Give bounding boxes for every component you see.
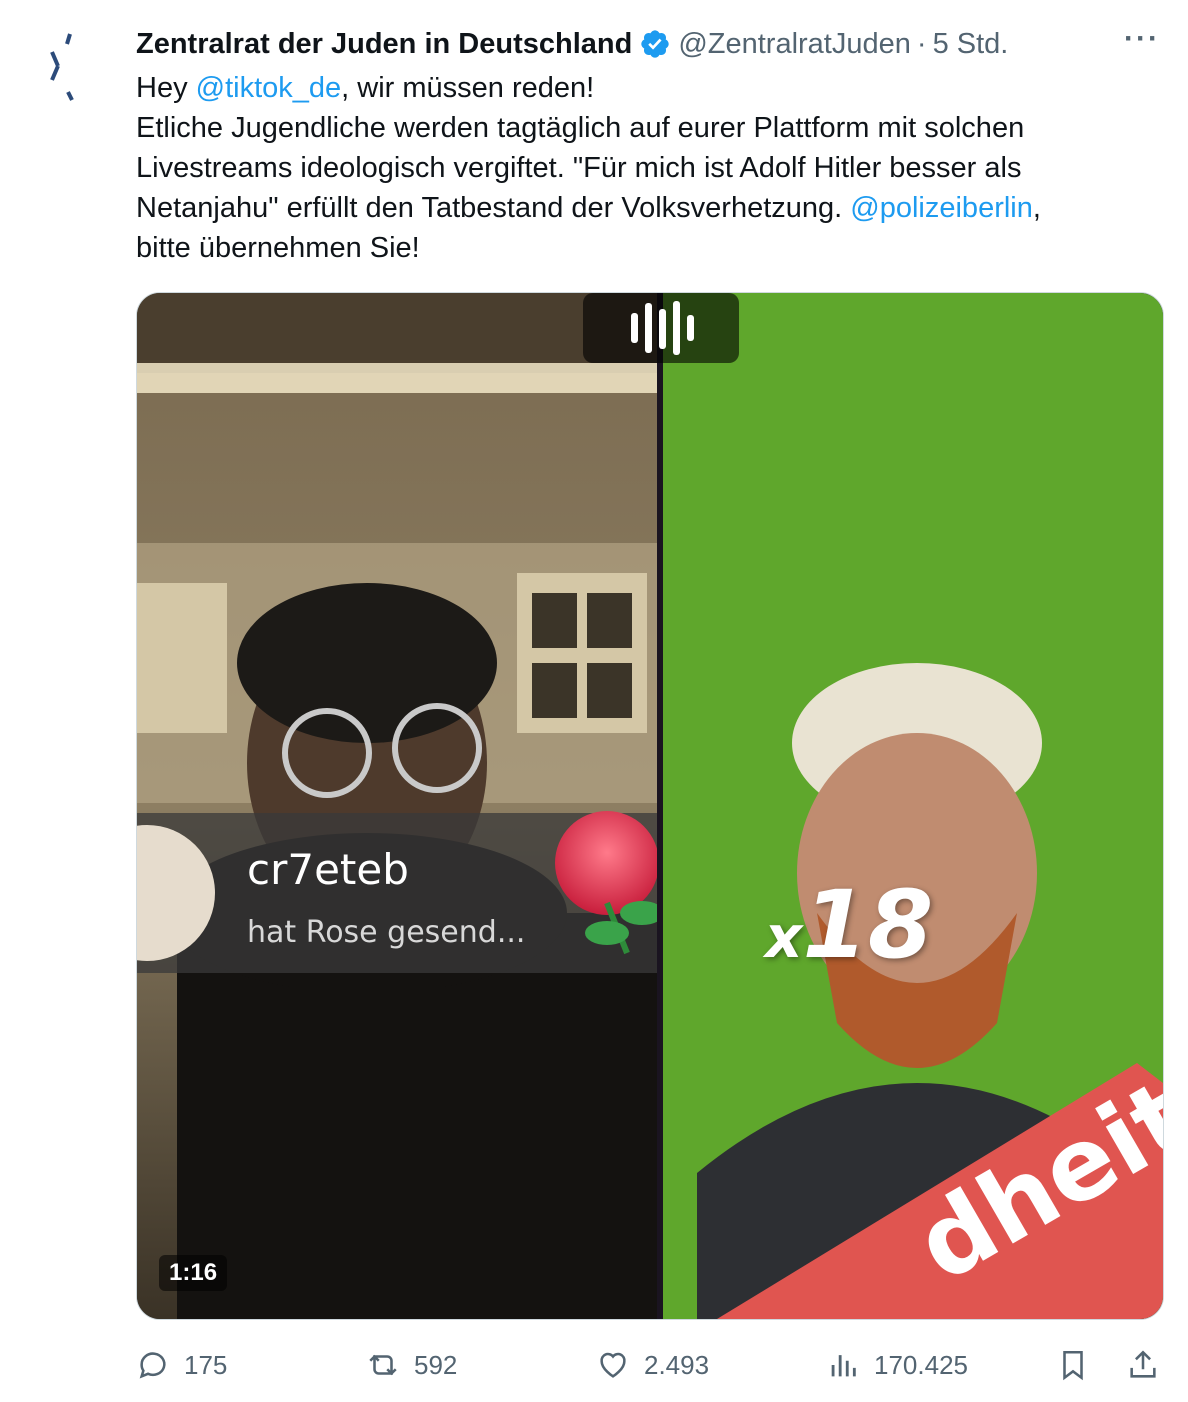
repost-button[interactable]: 592 [366, 1335, 457, 1395]
views-icon [831, 1355, 856, 1377]
tweet-text-segment: Netanjahu" erfüllt den Tatbestand der Vo… [136, 192, 851, 224]
separator-dot: · [916, 27, 927, 60]
zentralrat-logo-icon [50, 33, 74, 101]
tweet-text-segment: bitte übernehmen Sie! [136, 232, 420, 264]
bookmark-icon [1063, 1350, 1083, 1381]
repost-icon [369, 1354, 397, 1376]
reply-count: 175 [184, 1349, 228, 1380]
tweet-text-line: Hey @tiktok_de, wir müssen reden! [136, 68, 1146, 108]
gift-multiplier-x: x [765, 903, 803, 971]
author-avatar[interactable] [30, 24, 108, 102]
like-count: 2.493 [644, 1349, 710, 1380]
like-button[interactable]: 2.493 [596, 1335, 709, 1395]
views-button[interactable]: 170.425 [826, 1335, 968, 1395]
tweet-header: Zentralrat der Juden in Deutschland @Zen… [136, 22, 1168, 66]
tweet-text-segment: , [1032, 192, 1041, 224]
share-icon [1130, 1350, 1156, 1378]
bookmark-button[interactable] [1056, 1335, 1104, 1395]
tweet-text-segment: Livestreams ideologisch vergiftet. "Für … [136, 152, 1022, 184]
tweet-text-line: bitte übernehmen Sie! [136, 228, 1146, 268]
gift-sender-name: cr7eteb [247, 845, 409, 894]
share-button[interactable] [1126, 1335, 1174, 1395]
author-handle[interactable]: @ZentralratJuden [678, 28, 911, 61]
verified-badge-icon [641, 30, 669, 58]
repost-count: 592 [414, 1349, 458, 1380]
gift-action-text: hat Rose gesend... [247, 915, 526, 950]
tweet-text-line: Netanjahu" erfüllt den Tatbestand der Vo… [136, 188, 1146, 228]
tweet-text-segment: Etliche Jugendliche werden tagtäglich au… [136, 112, 1025, 144]
action-bar: 175 592 2.493 170.425 [136, 1335, 1166, 1395]
reply-button[interactable]: 175 [136, 1335, 227, 1395]
mention-link[interactable]: @tiktok_de [196, 72, 342, 104]
like-icon [600, 1352, 626, 1378]
tweet-text-line: Livestreams ideologisch vergiftet. "Für … [136, 148, 1146, 188]
tweet-text-line: Etliche Jugendliche werden tagtäglich au… [136, 108, 1146, 148]
more-icon[interactable]: ··· [1124, 22, 1160, 56]
tweet-text-segment: Hey [136, 72, 196, 104]
video-duration: 1:16 [159, 1255, 228, 1291]
tweet-text-segment: , wir müssen reden! [341, 72, 595, 104]
gift-multiplier: x18 [765, 871, 933, 980]
video-player[interactable]: cr7eteb hat Rose gesend... x18 dheit 1:1… [136, 292, 1164, 1320]
tweet-text: Hey @tiktok_de, wir müssen reden! Etliche… [136, 68, 1146, 268]
views-count: 170.425 [874, 1349, 968, 1380]
tweet-timestamp[interactable]: 5 Std. [933, 28, 1009, 61]
reply-icon [139, 1352, 166, 1379]
mention-link[interactable]: @polizeiberlin [850, 192, 1033, 224]
gift-multiplier-count: 18 [802, 871, 934, 980]
author-name[interactable]: Zentralrat der Juden in Deutschland [136, 28, 632, 61]
